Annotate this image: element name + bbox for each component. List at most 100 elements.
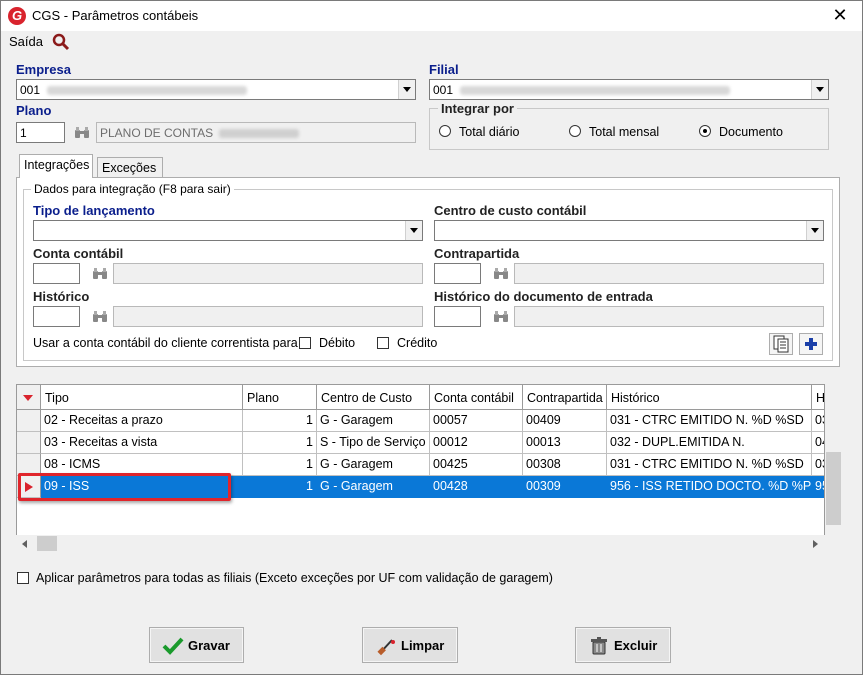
tipo-lancamento-label: Tipo de lançamento — [33, 203, 155, 218]
cell-hist2[interactable]: 031 — [812, 454, 824, 476]
title-bar: G CGS - Parâmetros contábeis ✕ — [1, 1, 862, 31]
chevron-down-icon[interactable] — [811, 80, 828, 99]
cell-centro[interactable]: G - Garagem — [317, 476, 430, 498]
credito-label: Crédito — [397, 336, 438, 350]
limpar-label: Limpar — [401, 638, 445, 653]
menu-exit[interactable]: Saída — [9, 34, 43, 49]
cell-plano[interactable]: 1 — [243, 432, 317, 454]
close-icon[interactable]: ✕ — [828, 4, 852, 28]
scroll-left-icon[interactable] — [20, 539, 30, 549]
cell-tipo[interactable]: 02 - Receitas a prazo — [41, 410, 243, 432]
historico-input[interactable] — [33, 306, 80, 327]
grid-horizontal-scrollbar[interactable] — [16, 535, 842, 552]
cell-conta[interactable]: 00012 — [430, 432, 523, 454]
cell-historico[interactable]: 031 - CTRC EMITIDO N. %D %SD — [607, 454, 812, 476]
row-indicator — [17, 410, 41, 432]
centro-custo-combo[interactable] — [434, 220, 824, 241]
scroll-right-icon[interactable] — [810, 539, 820, 549]
conta-contabil-input[interactable] — [33, 263, 80, 284]
chevron-down-icon[interactable] — [398, 80, 415, 99]
chevron-down-icon[interactable] — [806, 221, 823, 240]
binoculars-icon[interactable] — [493, 268, 509, 280]
column-header-plano[interactable]: Plano — [243, 385, 317, 410]
sort-down-icon — [23, 395, 33, 401]
radio-documento[interactable] — [699, 125, 711, 137]
binoculars-icon[interactable] — [493, 311, 509, 323]
horizontal-scroll-thumb[interactable] — [37, 536, 57, 551]
tab-integracoes[interactable]: Integrações — [19, 154, 93, 178]
empresa-value: 001 — [20, 83, 41, 97]
row-highlight-annotation — [18, 473, 231, 501]
cell-contrapartida[interactable]: 00309 — [523, 476, 607, 498]
column-header-historico[interactable]: Histórico — [607, 385, 812, 410]
cell-historico[interactable]: 031 - CTRC EMITIDO N. %D %SD — [607, 410, 812, 432]
radio-documento-label: Documento — [719, 125, 783, 139]
cell-tipo[interactable]: 03 - Receitas a vista — [41, 432, 243, 454]
radio-total-diario-label: Total diário — [459, 125, 520, 139]
excluir-button[interactable]: Excluir — [575, 627, 671, 663]
cell-hist2[interactable]: 031 — [812, 410, 824, 432]
column-header-hist2[interactable]: Hist — [812, 385, 824, 410]
binoculars-icon[interactable] — [74, 127, 90, 139]
grid-vertical-scrollbar[interactable] — [825, 384, 842, 535]
excluir-label: Excluir — [614, 638, 658, 653]
plano-code-input[interactable]: 1 — [16, 122, 65, 143]
add-button[interactable] — [799, 333, 823, 355]
cell-plano[interactable]: 1 — [243, 476, 317, 498]
tipo-lancamento-combo[interactable] — [33, 220, 423, 241]
contrapartida-label: Contrapartida — [434, 246, 520, 261]
tab-excecoes[interactable]: Exceções — [97, 157, 163, 178]
empresa-name-redacted — [47, 86, 247, 95]
cell-centro[interactable]: S - Tipo de Serviço — [317, 432, 430, 454]
cell-hist2[interactable]: 956 — [812, 476, 824, 498]
binoculars-icon[interactable] — [92, 311, 108, 323]
centro-custo-label: Centro de custo contábil — [434, 203, 587, 218]
contrapartida-input[interactable] — [434, 263, 481, 284]
cell-conta[interactable]: 00428 — [430, 476, 523, 498]
dados-integracao-title: Dados para integração (F8 para sair) — [31, 182, 234, 196]
empresa-combo[interactable]: 001 — [16, 79, 416, 100]
filial-value: 001 — [433, 83, 454, 97]
eraser-brush-icon — [377, 639, 395, 656]
column-header-contrapartida[interactable]: Contrapartida — [523, 385, 607, 410]
column-header-conta-contabil[interactable]: Conta contábil — [430, 385, 523, 410]
copy-button[interactable] — [769, 333, 793, 355]
cell-contrapartida[interactable]: 00409 — [523, 410, 607, 432]
debito-label: Débito — [319, 336, 356, 350]
apply-all-checkbox[interactable] — [17, 572, 29, 584]
limpar-button[interactable]: Limpar — [362, 627, 458, 663]
cell-historico[interactable]: 956 - ISS RETIDO DOCTO. %D %P — [607, 476, 812, 498]
cell-centro[interactable]: G - Garagem — [317, 410, 430, 432]
credito-checkbox[interactable] — [377, 337, 389, 349]
contrapartida-description — [514, 263, 824, 284]
grid-indicator-header — [17, 385, 41, 410]
chevron-down-icon[interactable] — [405, 221, 422, 240]
trash-icon — [591, 637, 607, 655]
cell-conta[interactable]: 00057 — [430, 410, 523, 432]
cell-contrapartida[interactable]: 00308 — [523, 454, 607, 476]
cell-conta[interactable]: 00425 — [430, 454, 523, 476]
plano-name-redacted — [219, 129, 299, 138]
historico-doc-label: Histórico do documento de entrada — [434, 289, 653, 304]
gravar-button[interactable]: Gravar — [149, 627, 244, 663]
filial-combo[interactable]: 001 — [429, 79, 829, 100]
vertical-scroll-thumb[interactable] — [826, 452, 841, 525]
radio-total-mensal[interactable] — [569, 125, 581, 137]
cell-hist2[interactable]: 041 — [812, 432, 824, 454]
search-icon[interactable] — [52, 33, 70, 51]
cell-centro[interactable]: G - Garagem — [317, 454, 430, 476]
cell-plano[interactable]: 1 — [243, 410, 317, 432]
integrar-por-title: Integrar por — [438, 101, 517, 116]
radio-total-diario[interactable] — [439, 125, 451, 137]
app-logo-icon: G — [8, 7, 26, 25]
debito-checkbox[interactable] — [299, 337, 311, 349]
cell-plano[interactable]: 1 — [243, 454, 317, 476]
column-header-tipo[interactable]: Tipo — [41, 385, 243, 410]
binoculars-icon[interactable] — [92, 268, 108, 280]
cell-historico[interactable]: 032 - DUPL.EMITIDA N. — [607, 432, 812, 454]
conta-contabil-label: Conta contábil — [33, 246, 124, 261]
historico-doc-input[interactable] — [434, 306, 481, 327]
plano-code-value: 1 — [20, 126, 27, 140]
column-header-centro-custo[interactable]: Centro de Custo — [317, 385, 430, 410]
cell-contrapartida[interactable]: 00013 — [523, 432, 607, 454]
